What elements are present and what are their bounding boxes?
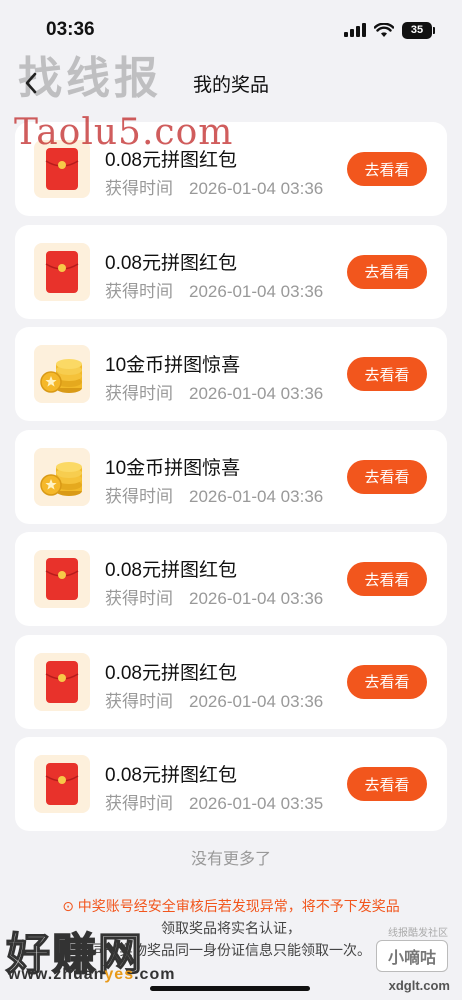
status-time: 03:36 (46, 19, 95, 40)
prize-time: 获得时间 2026-01-04 03:36 (105, 482, 323, 507)
nav-bar: 我的奖品 (0, 60, 462, 106)
prize-title: 0.08元拼图红包 (105, 252, 237, 274)
battery-icon: 35 (402, 21, 435, 39)
prize-time-label: 获得时间 (105, 794, 173, 813)
prize-time-value: 2026-01-04 03:36 (189, 281, 324, 301)
prize-time: 获得时间 2026-01-04 03:36 (105, 174, 323, 199)
watermark-right-url: xdglt.com (388, 978, 450, 993)
prize-time: 获得时间 2026-01-04 03:36 (105, 277, 323, 302)
prize-time-label: 获得时间 (105, 486, 173, 506)
prize-card: 10金币拼图惊喜 获得时间 2026-01-04 03:36 去看看 (15, 327, 447, 421)
prize-title: 0.08元拼图红包 (105, 560, 237, 581)
no-more-text: 没有更多了 (190, 851, 271, 868)
prize-time-value: 2026-01-04 03:35 (189, 794, 324, 813)
prize-title: 10金币拼图惊喜 (105, 355, 241, 376)
prize-time: 获得时间 2026-01-04 03:36 (105, 687, 323, 712)
cellular-signal-icon (344, 23, 366, 37)
page-title: 我的奖品 (192, 74, 269, 96)
prize-time-label: 获得时间 (105, 589, 173, 608)
prize-time: 获得时间 2026-01-04 03:35 (105, 789, 323, 814)
view-prize-button[interactable]: 去看看 (347, 767, 427, 801)
prize-time-label: 获得时间 (105, 691, 173, 711)
prize-time-label: 获得时间 (105, 179, 173, 198)
prize-card: 0.08元拼图红包 获得时间 2026-01-04 03:35 去看看 (15, 737, 447, 831)
view-prize-button[interactable]: 去看看 (347, 459, 427, 494)
prize-time: 获得时间 2026-01-04 03:36 (105, 584, 323, 609)
prize-title: 0.08元拼图红包 (105, 765, 237, 786)
gold-coins-icon (34, 345, 90, 403)
red-envelope-icon (34, 242, 90, 301)
prize-title: 0.08元拼图红包 (105, 662, 237, 684)
prize-card: 0.08元拼图红包 获得时间 2026-01-04 03:36 去看看 (15, 634, 447, 729)
prize-card: 0.08元拼图红包 获得时间 2026-01-04 03:36 去看看 (15, 224, 447, 319)
view-prize-button[interactable]: 去看看 (347, 562, 427, 596)
chevron-left-icon[interactable] (18, 70, 44, 96)
view-prize-button[interactable]: 去看看 (347, 357, 427, 391)
wifi-icon (374, 22, 394, 37)
prize-time-label: 获得时间 (105, 384, 173, 403)
gold-coins-icon (34, 447, 90, 506)
prize-list: 0.08元拼图红包 获得时间 2026-01-04 03:36 去看看 0.08元拼图红… (15, 122, 447, 840)
prize-card: 0.08元拼图红包 获得时间 2026-01-04 03:36 去看看 (15, 532, 447, 626)
prize-time-value: 2026-01-04 03:36 (189, 384, 324, 403)
prize-time-value: 2026-01-04 03:36 (189, 589, 324, 608)
watermark-right-logo: 小嘀咕 (376, 940, 448, 972)
view-prize-button[interactable]: 去看看 (347, 152, 427, 186)
prize-time-value: 2026-01-04 03:36 (189, 691, 324, 711)
view-prize-button[interactable]: 去看看 (347, 664, 427, 699)
prize-card: 10金币拼图惊喜 获得时间 2026-01-04 03:36 去看看 (15, 429, 447, 524)
watermark-right-small: 线报酷发社区 (388, 928, 448, 939)
prize-time-value: 2026-01-04 03:36 (189, 179, 324, 198)
prize-time: 获得时间 2026-01-04 03:36 (105, 379, 323, 404)
prize-title: 10金币拼图惊喜 (105, 457, 241, 479)
red-envelope-icon (34, 652, 90, 711)
watermark-site: Taolu5.com (14, 112, 234, 153)
prize-time-value: 2026-01-04 03:36 (189, 486, 324, 506)
home-indicator (150, 986, 310, 991)
view-prize-button[interactable]: 去看看 (347, 254, 427, 289)
notice-warning: ⊙ 中奖账号经安全审核后若发现异常，将不予下发奖品 (62, 898, 400, 914)
red-envelope-icon (34, 755, 90, 813)
watermark-bottom-url: www.zhuanyes.com (8, 966, 176, 983)
status-icons: 35 (344, 21, 435, 39)
red-envelope-icon (34, 550, 90, 608)
prize-time-label: 获得时间 (105, 281, 173, 301)
